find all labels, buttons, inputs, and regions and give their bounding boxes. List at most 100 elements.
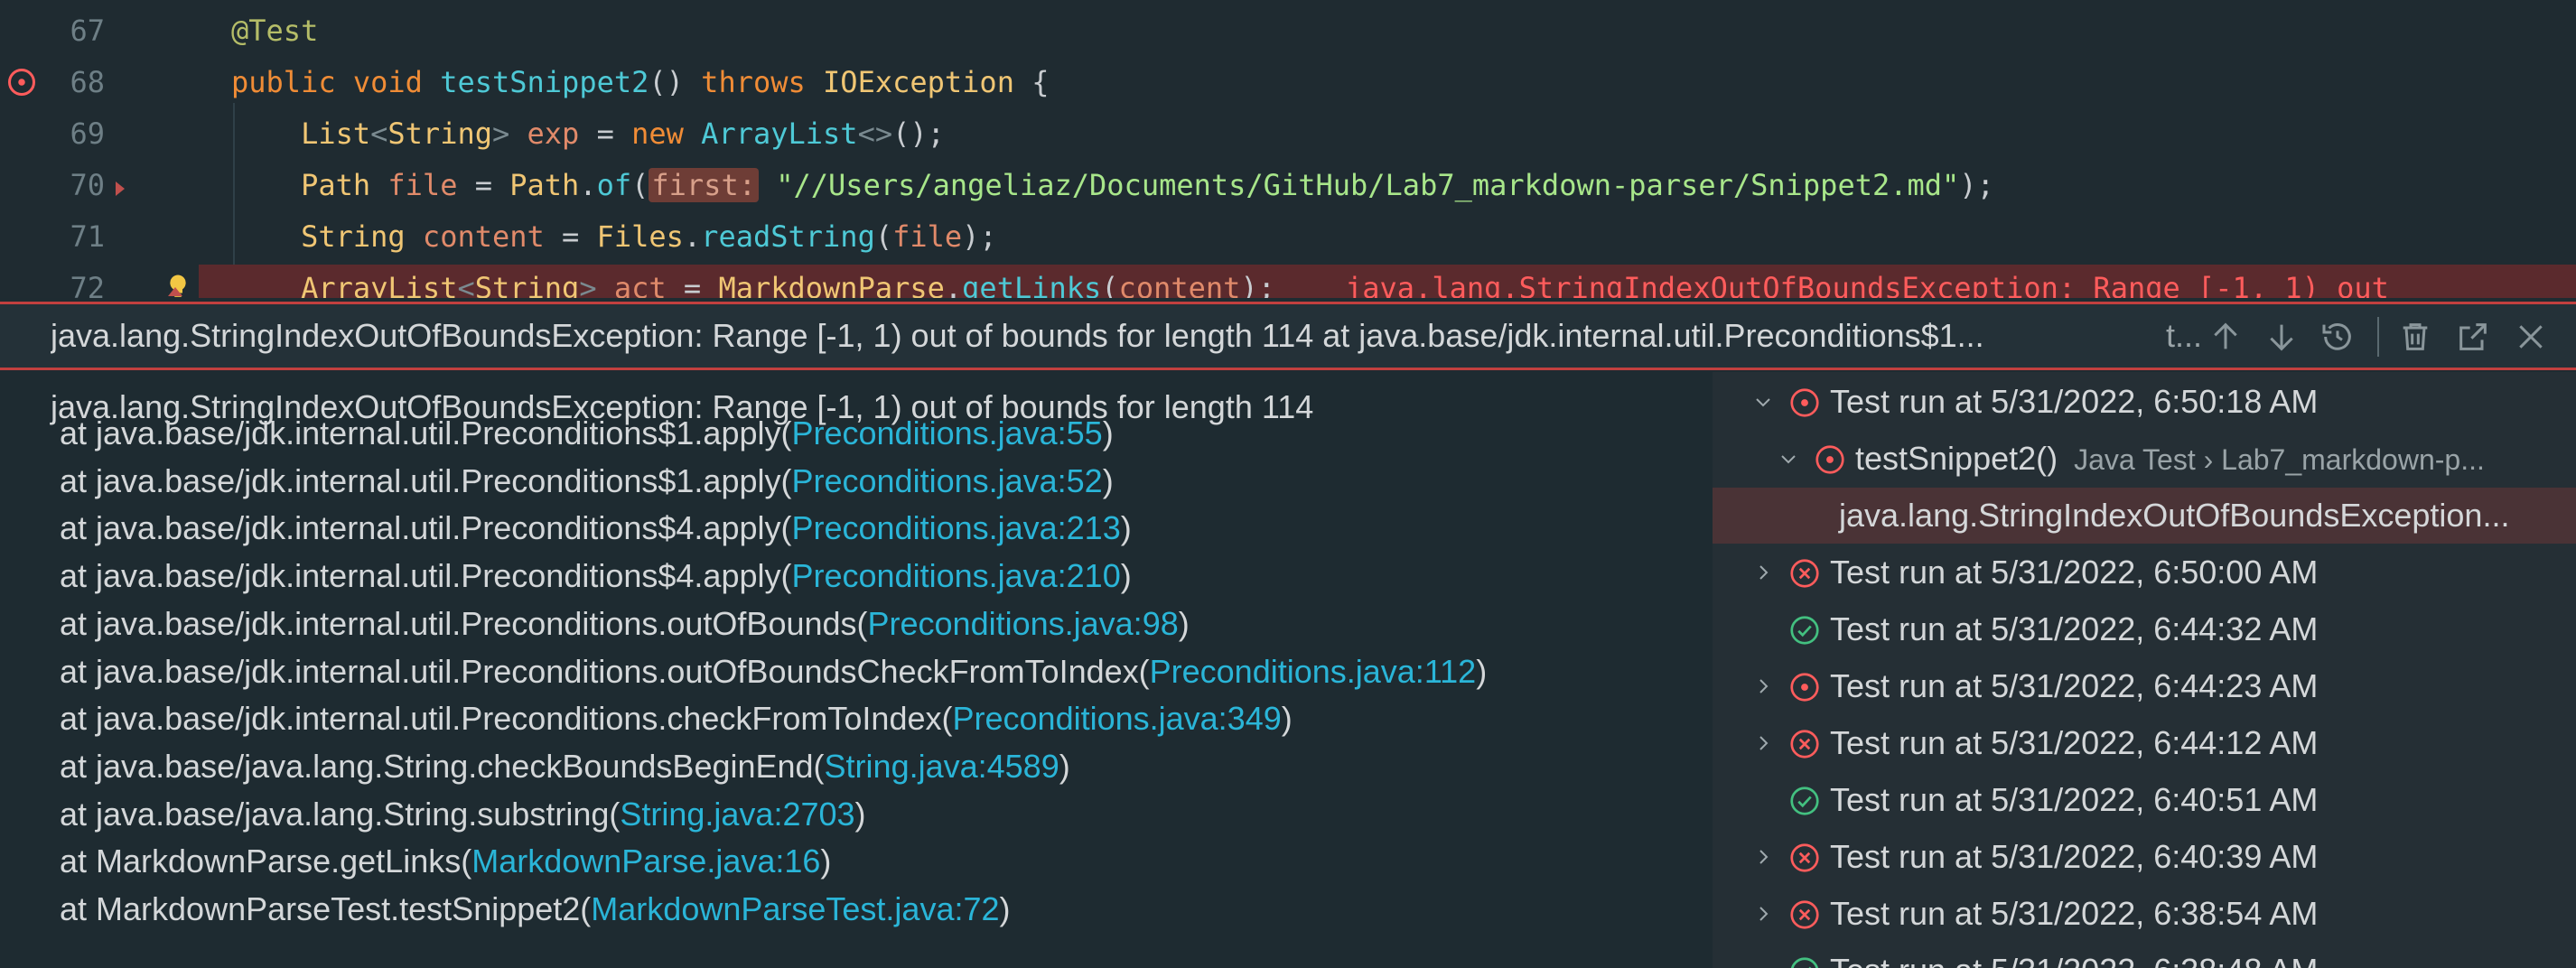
chevron-right-icon[interactable] bbox=[1752, 846, 1774, 868]
toolbar-divider bbox=[2377, 317, 2379, 357]
code-editor[interactable]: 67 @Test 68 public void testSnippet2() thro… bbox=[0, 0, 2576, 298]
stack-frame: at java.base/jdk.internal.util.Precondit… bbox=[60, 458, 1114, 505]
code-token: ArrayList bbox=[701, 116, 858, 151]
code-line[interactable]: 68 public void testSnippet2() throws IOEx… bbox=[0, 59, 2576, 106]
code-token: public bbox=[231, 65, 353, 99]
frame-text: at java.base/jdk.internal.util.Precondit… bbox=[60, 461, 792, 499]
chevron-right-icon[interactable] bbox=[1752, 675, 1774, 697]
test-history-tree: Test run at 5/31/2022, 6:50:18 AM testSni… bbox=[1713, 372, 2576, 968]
error-peek-header: java.lang.StringIndexOutOfBoundsExceptio… bbox=[0, 302, 2576, 370]
code-token: < bbox=[370, 116, 388, 151]
frame-text: at java.base/jdk.internal.util.Precondit… bbox=[60, 557, 792, 595]
test-history-item[interactable]: Test run at 5/31/2022, 6:38:54 AM bbox=[1713, 886, 2576, 942]
frame-text: at java.base/jdk.internal.util.Precondit… bbox=[60, 652, 1150, 690]
code-token: <> bbox=[857, 116, 893, 151]
errored-status-icon bbox=[1790, 673, 1819, 702]
test-history-item[interactable]: Test run at 5/31/2022, 6:40:51 AM bbox=[1713, 772, 2576, 828]
peek-error-title: java.lang.StringIndexOutOfBoundsExceptio… bbox=[51, 317, 1984, 354]
test-error-gutter-icon[interactable] bbox=[5, 66, 38, 98]
test-history-item[interactable]: Test run at 5/31/2022, 6:44:32 AM bbox=[1713, 601, 2576, 657]
test-history-item[interactable]: Test run at 5/31/2022, 6:44:23 AM bbox=[1713, 658, 2576, 714]
line-number: 70 bbox=[70, 168, 105, 202]
previous-arrow-icon bbox=[2214, 322, 2237, 349]
frame-text-end: ) bbox=[1102, 461, 1114, 499]
frame-text-end: ) bbox=[1059, 747, 1070, 785]
code-line[interactable]: 70 Path file = Path.of(first: "//Users/a… bbox=[0, 162, 2576, 209]
test-name: Test run at 5/31/2022, 6:44:23 AM bbox=[1830, 667, 2319, 704]
code-token: getLinks bbox=[962, 271, 1102, 298]
test-history-item[interactable]: Test run at 5/31/2022, 6:38:48 AM bbox=[1713, 943, 2576, 968]
code-token: Path bbox=[231, 168, 388, 202]
frame-text: at java.base/java.lang.String.substring( bbox=[60, 795, 621, 833]
open-external-button[interactable] bbox=[2455, 319, 2491, 355]
code-token: () bbox=[649, 65, 702, 99]
stack-frame: at MarkdownParse.getLinks(MarkdownParse.… bbox=[60, 838, 831, 885]
frame-source-link[interactable]: String.java:4589 bbox=[825, 748, 1059, 785]
code-token: > bbox=[579, 271, 614, 298]
test-history-label: Test run at 5/31/2022, 6:50:18 AM bbox=[1830, 374, 2318, 430]
test-name: Test run at 5/31/2022, 6:50:00 AM bbox=[1830, 554, 2319, 591]
code-token: throws bbox=[701, 65, 824, 99]
frame-source-link[interactable]: Preconditions.java:52 bbox=[791, 462, 1102, 499]
code-line[interactable]: 72 ArrayList<String> act = MarkdownParse… bbox=[70, 265, 2576, 298]
failed-status-icon bbox=[1790, 843, 1819, 872]
test-history-label: Test run at 5/31/2022, 6:38:54 AM bbox=[1830, 886, 2318, 942]
chevron-right-icon[interactable] bbox=[1752, 562, 1774, 583]
frame-source-link[interactable]: Preconditions.java:349 bbox=[953, 700, 1282, 737]
frame-source-link[interactable]: Preconditions.java:210 bbox=[791, 557, 1120, 594]
code-token: ArrayList bbox=[231, 271, 458, 298]
line-number: 72 bbox=[70, 271, 105, 298]
code-token: @Test bbox=[231, 14, 319, 48]
code-token: ); bbox=[1959, 168, 1994, 202]
code-token: ); bbox=[962, 219, 997, 254]
code-token: content bbox=[422, 219, 545, 254]
inline-error-message: java.lang.StringIndexOutOfBoundsExceptio… bbox=[1274, 271, 2389, 298]
test-history-label: testSnippet2() Java Test › Lab7_markdown-… bbox=[1855, 431, 2485, 488]
next-arrow-button[interactable] bbox=[2263, 319, 2300, 355]
frame-source-link[interactable]: MarkdownParseTest.java:72 bbox=[591, 890, 999, 927]
frame-source-link[interactable]: Preconditions.java:213 bbox=[791, 509, 1120, 546]
code-token: = bbox=[544, 219, 597, 254]
next-arrow-icon bbox=[2270, 324, 2293, 351]
passed-status-icon bbox=[1790, 786, 1819, 815]
frame-source-link[interactable]: Preconditions.java:55 bbox=[791, 414, 1102, 451]
code-token: exp bbox=[527, 116, 580, 151]
test-history-item[interactable]: Test run at 5/31/2022, 6:44:12 AM bbox=[1713, 715, 2576, 771]
code-token: Files bbox=[596, 219, 684, 254]
close-button[interactable] bbox=[2513, 319, 2549, 355]
code-token: String bbox=[474, 271, 580, 298]
code-token: String bbox=[231, 219, 423, 254]
chevron-down-icon[interactable] bbox=[1778, 448, 1799, 470]
test-history-item[interactable]: testSnippet2() Java Test › Lab7_markdown-… bbox=[1713, 431, 2576, 487]
chevron-down-icon[interactable] bbox=[1752, 391, 1774, 413]
stack-frame: at java.base/java.lang.String.checkBound… bbox=[60, 743, 1070, 790]
test-name: testSnippet2() bbox=[1855, 440, 2058, 477]
frame-source-link[interactable]: MarkdownParse.java:16 bbox=[471, 842, 820, 880]
code-token: new bbox=[631, 116, 702, 151]
trash-button[interactable] bbox=[2397, 319, 2433, 355]
error-marker-icon bbox=[168, 287, 182, 296]
frame-text: at java.base/jdk.internal.util.Precondit… bbox=[60, 509, 792, 547]
test-history-item[interactable]: Test run at 5/31/2022, 6:50:18 AM bbox=[1713, 374, 2576, 430]
test-history-item[interactable]: java.lang.StringIndexOutOfBoundsExceptio… bbox=[1713, 488, 2576, 544]
previous-arrow-button[interactable] bbox=[2207, 319, 2244, 355]
chevron-right-icon[interactable] bbox=[1752, 903, 1774, 925]
stack-frame: at java.base/jdk.internal.util.Precondit… bbox=[60, 553, 1132, 600]
stack-frame: at java.base/java.lang.String.substring(… bbox=[60, 791, 866, 838]
code-line[interactable]: 67 @Test bbox=[0, 7, 2576, 54]
test-history-item[interactable]: Test run at 5/31/2022, 6:50:00 AM bbox=[1713, 544, 2576, 600]
frame-source-link[interactable]: Preconditions.java:112 bbox=[1150, 653, 1477, 690]
code-line[interactable]: 69 List<String> exp = new ArrayList<>(); bbox=[0, 110, 2576, 157]
code-line[interactable]: 71 String content = Files.readString(fil… bbox=[0, 213, 2576, 260]
frame-source-link[interactable]: Preconditions.java:98 bbox=[868, 605, 1179, 642]
code-token: List bbox=[231, 116, 371, 151]
test-history-item[interactable]: Test run at 5/31/2022, 6:40:39 AM bbox=[1713, 829, 2576, 885]
test-name: Test run at 5/31/2022, 6:38:48 AM bbox=[1830, 952, 2318, 968]
history-button[interactable] bbox=[2319, 319, 2356, 355]
passed-status-icon bbox=[1790, 616, 1819, 645]
code-token: MarkdownParse bbox=[718, 271, 945, 298]
frame-source-link[interactable]: String.java:2703 bbox=[620, 796, 854, 833]
chevron-right-icon[interactable] bbox=[1752, 732, 1774, 754]
code-token: (); bbox=[892, 116, 945, 151]
code-token: { bbox=[1013, 65, 1050, 99]
